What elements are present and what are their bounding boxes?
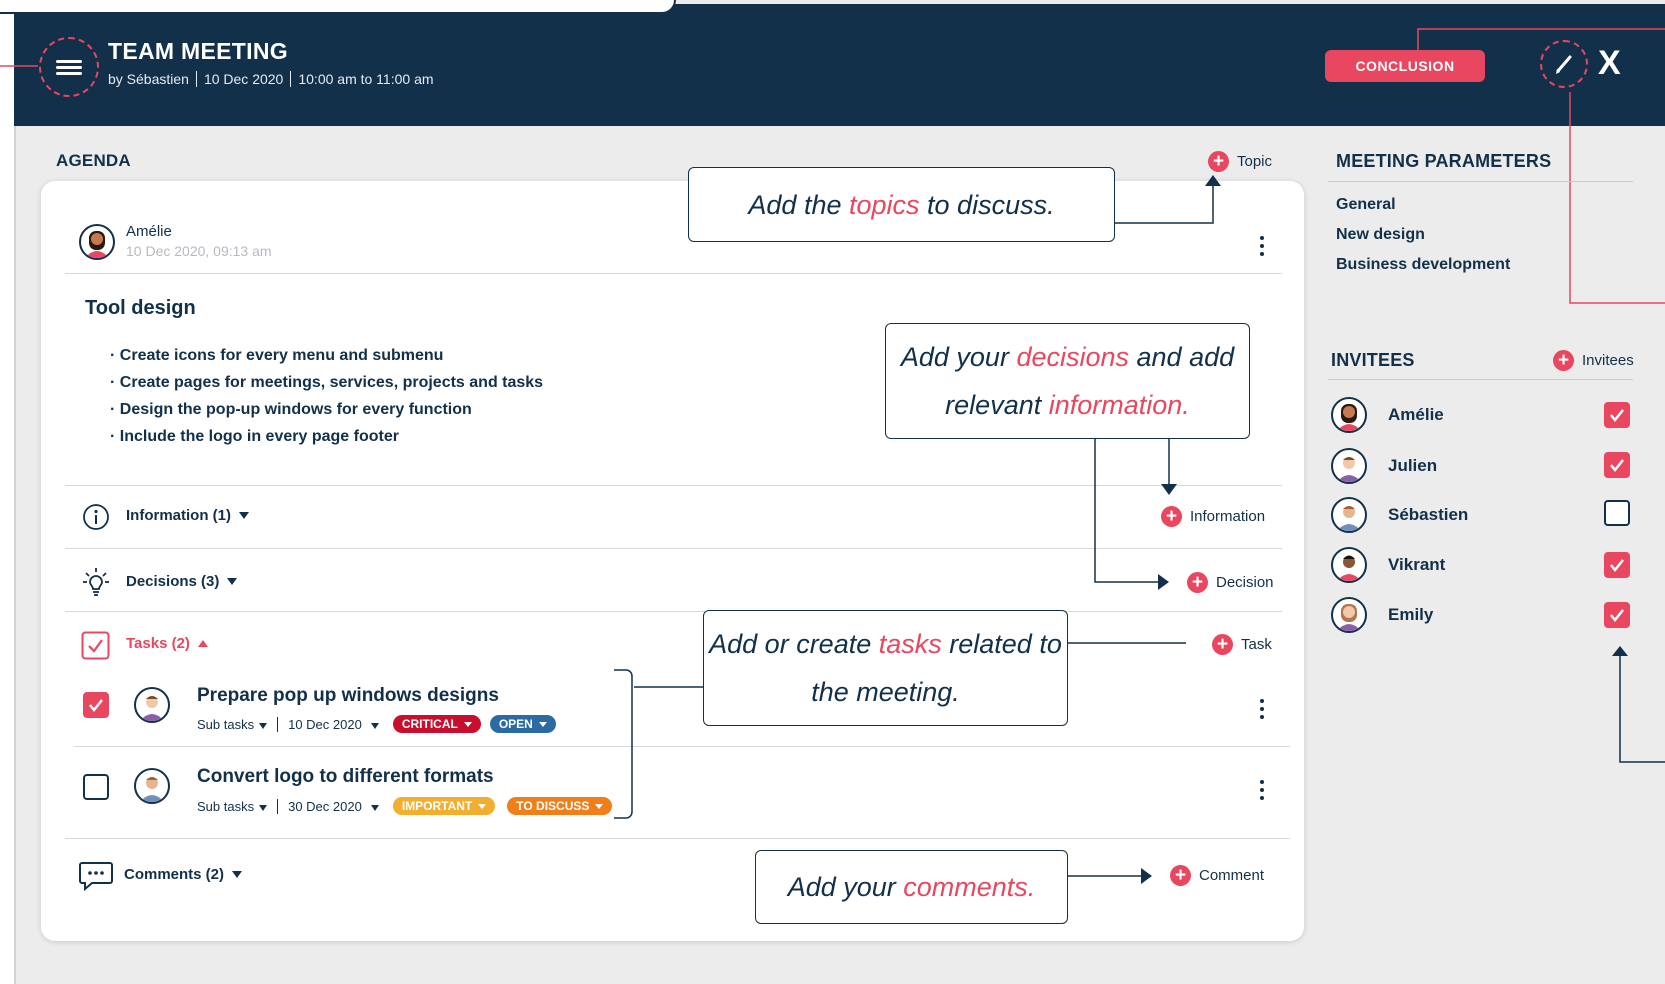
invitees-title: INVITEES (1331, 350, 1415, 370)
invitee-name: Vikrant (1388, 555, 1446, 574)
avatar (1331, 497, 1367, 533)
window-tab (0, 0, 676, 14)
callout-decisions: Add your decisions and add relevant info… (885, 323, 1250, 439)
invitee-checkbox[interactable] (1604, 500, 1630, 526)
person-icon (1337, 506, 1361, 531)
divider (1328, 379, 1633, 380)
parameter-item[interactable]: New design (1336, 226, 1425, 244)
checkmark-icon (1610, 409, 1624, 423)
avatar (1331, 397, 1367, 433)
invitee-name: Sébastien (1388, 505, 1469, 524)
add-invitees-button[interactable]: + Invitees (1553, 350, 1634, 371)
person-icon (1337, 457, 1361, 482)
plus-icon: + (1553, 350, 1574, 371)
person-icon (1337, 604, 1361, 631)
invitee-name: Julien (1388, 456, 1438, 475)
avatar (1331, 547, 1367, 583)
invitee-checkbox[interactable] (1604, 402, 1630, 428)
invitee-name: Amélie (1388, 405, 1444, 424)
invitee-checkbox[interactable] (1604, 602, 1630, 628)
divider (1328, 181, 1633, 182)
checkmark-icon (1610, 609, 1624, 623)
invitee-checkbox[interactable] (1604, 552, 1630, 578)
avatar (1331, 448, 1367, 484)
parameters-title: MEETING PARAMETERS (1336, 151, 1552, 171)
person-icon (1337, 404, 1361, 431)
checkmark-icon (1610, 559, 1624, 573)
avatar (1331, 597, 1367, 633)
callout-comments: Add your comments. (755, 850, 1068, 924)
callout-tasks: Add or create tasks related to the meeti… (703, 610, 1068, 726)
parameter-item[interactable]: Business development (1336, 256, 1510, 274)
callout-topics: Add the topics to discuss. (688, 167, 1115, 242)
callout-connectors (614, 175, 1221, 884)
person-icon (1337, 555, 1361, 581)
parameter-item[interactable]: General (1336, 196, 1396, 214)
invitee-checkbox[interactable] (1604, 452, 1630, 478)
invitee-name: Emily (1388, 605, 1434, 624)
add-invitees-label: Invitees (1582, 352, 1634, 369)
checkmark-icon (1610, 459, 1624, 473)
